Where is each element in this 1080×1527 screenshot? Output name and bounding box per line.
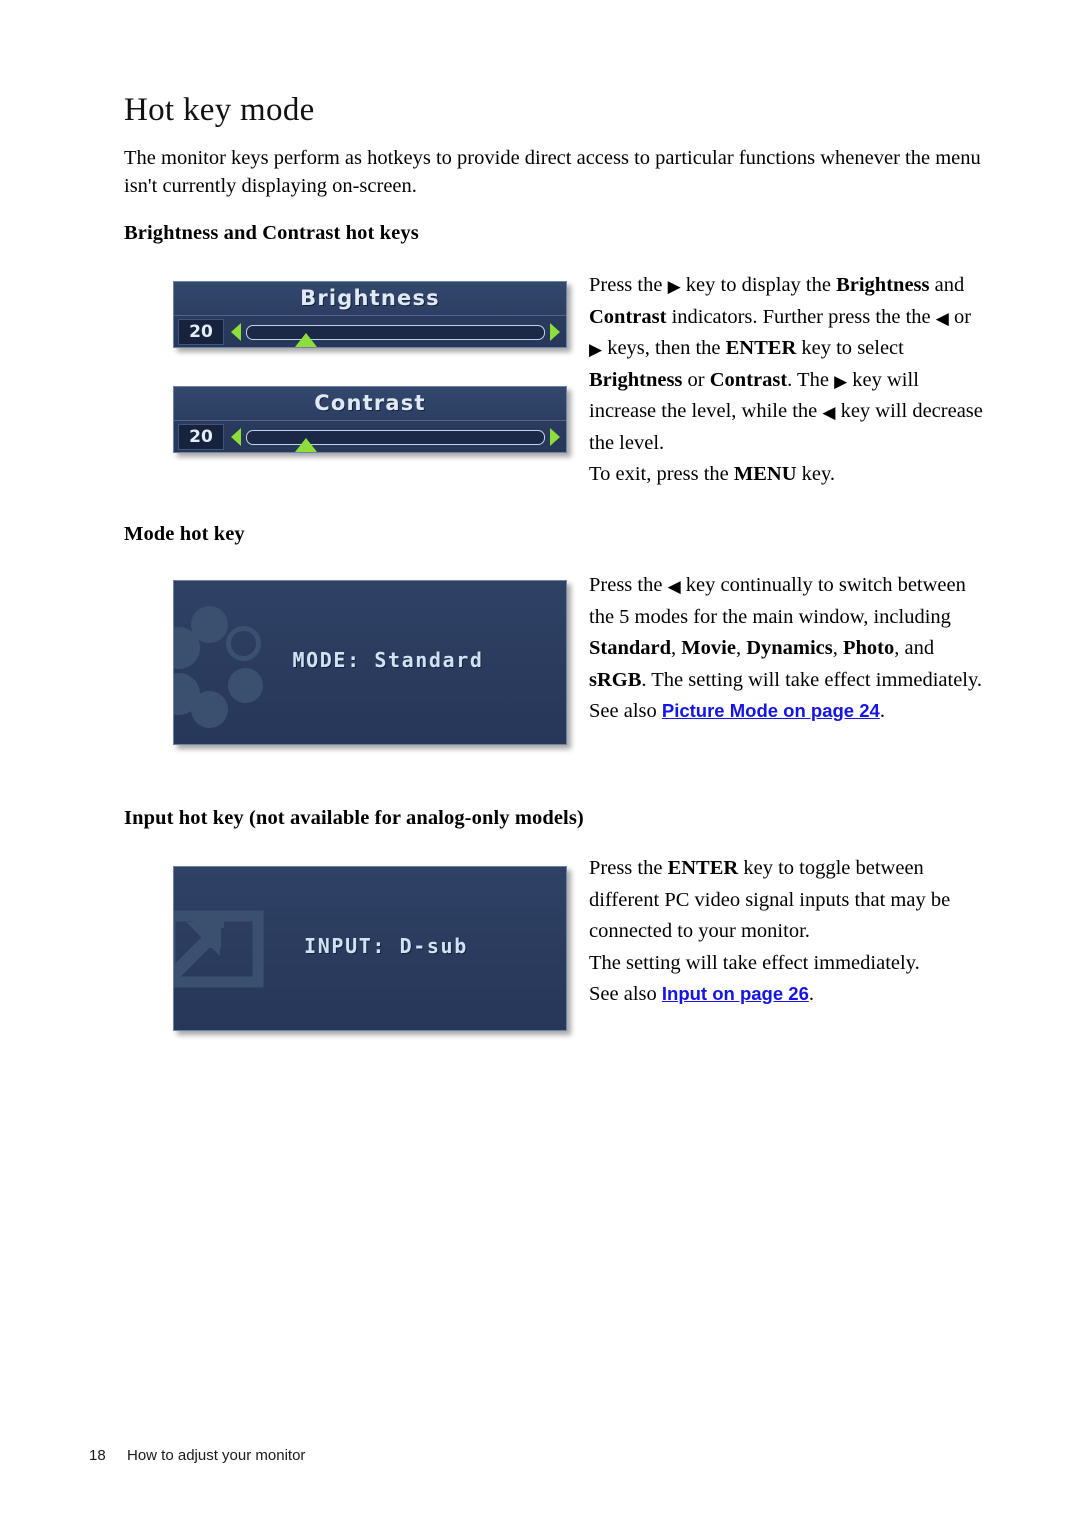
see-also-period: . xyxy=(808,983,814,1005)
text-run: keys, then the xyxy=(602,337,726,359)
text-run: . The xyxy=(787,368,835,391)
text-run: key xyxy=(847,368,882,391)
intro-paragraph: The monitor keys perform as hotkeys to p… xyxy=(124,147,981,197)
osd-brightness-panel: Brightness 20 xyxy=(173,281,567,348)
section-heading-mode: Mode hot key xyxy=(124,523,245,545)
triangle-right-icon: ▶ xyxy=(589,340,603,359)
section-heading-input: Input hot key (not available for analog-… xyxy=(124,807,584,829)
text-run: , xyxy=(832,637,838,659)
text-run: key to toggle between xyxy=(738,857,924,879)
text-bold: MENU xyxy=(733,463,797,485)
document-page: Hot key mode The monitor keys perform as… xyxy=(0,0,1080,1527)
triangle-left-icon[interactable] xyxy=(231,323,241,341)
footer-page-number: 18 xyxy=(89,1447,106,1464)
page-title: Hot key mode xyxy=(124,92,315,128)
text-run: key. xyxy=(796,463,836,485)
osd-input-text: INPUT: D-sub xyxy=(304,934,468,958)
text-run: To exit, press the xyxy=(589,463,734,485)
see-also-label: See also xyxy=(589,700,662,722)
circle-shape xyxy=(228,668,263,703)
text-run: Press the xyxy=(589,857,668,879)
text-run: , xyxy=(735,637,747,659)
text-run: and xyxy=(934,274,965,296)
triangle-right-icon[interactable] xyxy=(550,323,560,341)
section-heading-brightness-contrast: Brightness and Contrast hot keys xyxy=(124,222,419,244)
osd-brightness-slider-track[interactable] xyxy=(246,324,545,347)
circle-shape xyxy=(191,691,228,728)
text-run: indicators. Further press the xyxy=(666,305,901,328)
text-bold: Standard xyxy=(589,637,672,659)
text-run: , xyxy=(671,637,682,659)
osd-brightness-slider-thumb[interactable] xyxy=(295,332,318,347)
text-bold: sRGB xyxy=(589,668,642,691)
text-bold: Brightness xyxy=(836,274,930,296)
text-bold: Contrast xyxy=(709,368,788,391)
triangle-left-icon: ◀ xyxy=(667,577,681,596)
text-run: the xyxy=(905,305,936,328)
osd-mode-text: MODE: Standard xyxy=(292,648,484,672)
triangle-left-icon[interactable] xyxy=(231,428,241,446)
text-run: key to xyxy=(796,337,853,359)
triangle-right-icon[interactable] xyxy=(550,428,560,446)
text-bold: ENTER xyxy=(667,857,739,879)
text-run: , and xyxy=(894,637,935,659)
text-run: key will xyxy=(835,400,908,422)
see-also-label: See also xyxy=(589,983,662,1005)
text-bold: Photo xyxy=(843,637,895,659)
osd-contrast-slider-track[interactable] xyxy=(246,429,545,452)
osd-contrast-value: 20 xyxy=(178,424,224,450)
text-run: key to display the xyxy=(680,274,837,296)
text-run: . The setting will take effect xyxy=(641,668,871,691)
see-also-line-input: See also Input on page 26. xyxy=(589,983,814,1005)
osd-brightness-slider-row: 20 xyxy=(174,316,566,347)
osd-brightness-title: Brightness xyxy=(174,282,566,316)
brightness-contrast-instructions: Press the ▶ key to display the Brightnes… xyxy=(589,270,989,491)
input-instructions: Press the ENTER key to toggle between di… xyxy=(589,853,989,1011)
see-also-link-input[interactable]: Input on page 26 xyxy=(662,983,809,1004)
text-run: connected to your monitor. xyxy=(589,920,810,942)
text-run: or xyxy=(682,368,710,391)
osd-mode-panel: MODE: Standard xyxy=(173,580,567,745)
text-run: Press the xyxy=(589,574,668,596)
mode-instructions: Press the ◀ key continually to switch be… xyxy=(589,570,989,728)
text-run: or xyxy=(948,305,972,328)
text-bold: Contrast xyxy=(589,305,667,328)
text-run: The setting will take effect immediately… xyxy=(589,951,920,974)
see-also-link-picture-mode[interactable]: Picture Mode on page 24 xyxy=(662,700,880,721)
triangle-left-icon: ◀ xyxy=(822,403,836,422)
osd-contrast-panel: Contrast 20 xyxy=(173,386,567,453)
osd-contrast-title: Contrast xyxy=(174,387,566,421)
text-run: key continually to switch xyxy=(680,574,893,596)
footer-title: How to adjust your monitor xyxy=(127,1447,306,1464)
see-also-period: . xyxy=(879,700,885,722)
text-run: including xyxy=(873,605,951,628)
see-also-line-mode: See also Picture Mode on page 24. xyxy=(589,700,885,722)
osd-contrast-slider-row: 20 xyxy=(174,421,566,452)
triangle-left-icon: ◀ xyxy=(935,308,949,328)
text-run: Press the xyxy=(589,274,668,296)
triangle-right-icon: ▶ xyxy=(834,371,848,391)
osd-brightness-value: 20 xyxy=(178,319,224,345)
text-bold: Brightness xyxy=(589,368,683,391)
text-run: immediately. xyxy=(875,668,983,691)
text-bold: ENTER xyxy=(725,337,797,359)
text-run: select xyxy=(857,337,904,359)
osd-input-panel: INPUT: D-sub xyxy=(173,866,567,1031)
page-footer: 18 How to adjust your monitor xyxy=(89,1447,305,1464)
text-bold: Dynamics xyxy=(746,637,833,659)
circle-shape xyxy=(191,606,228,643)
triangle-right-icon: ▶ xyxy=(667,277,681,296)
osd-contrast-slider-thumb[interactable] xyxy=(295,437,318,452)
text-run: different PC video signal inputs that ma… xyxy=(589,888,951,911)
text-bold: Movie xyxy=(681,637,736,659)
